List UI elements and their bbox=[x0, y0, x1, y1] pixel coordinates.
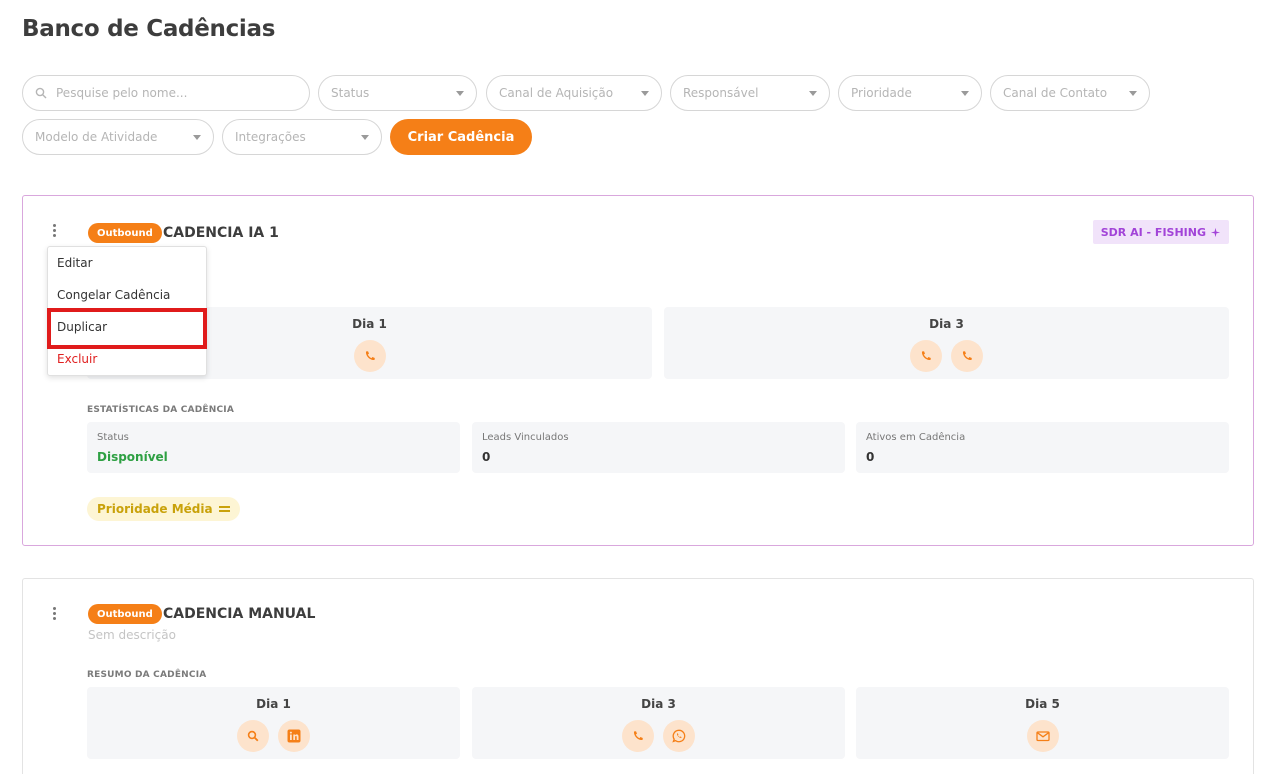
chevron-down-icon bbox=[361, 135, 369, 140]
outbound-tag: Outbound bbox=[88, 223, 162, 243]
canal-aquisicao-filter[interactable]: Canal de Aquisição bbox=[486, 75, 662, 111]
stat-box: Status Disponível bbox=[87, 422, 460, 473]
kebab-menu-icon[interactable] bbox=[52, 607, 58, 621]
search-icon[interactable] bbox=[237, 720, 269, 752]
page-title: Banco de Cadências bbox=[22, 16, 276, 42]
kebab-menu-icon[interactable] bbox=[52, 224, 58, 238]
canal-contato-filter[interactable]: Canal de Contato bbox=[990, 75, 1150, 111]
responsavel-label: Responsável bbox=[683, 86, 759, 100]
search-input[interactable]: Pesquise pelo nome... bbox=[22, 75, 310, 111]
stat-box: Ativos em Cadência 0 bbox=[856, 422, 1229, 473]
modelo-atividade-filter[interactable]: Modelo de Atividade bbox=[22, 119, 214, 155]
day-box: Dia 3 bbox=[664, 307, 1229, 379]
stat-box: Leads Vinculados 0 bbox=[472, 422, 845, 473]
chevron-down-icon bbox=[193, 135, 201, 140]
day-box: Dia 1 bbox=[87, 687, 460, 759]
cadence-description: Sem descrição bbox=[88, 628, 176, 642]
phone-icon[interactable] bbox=[951, 340, 983, 372]
day-label: Dia 3 bbox=[929, 317, 964, 331]
day-label: Dia 1 bbox=[256, 697, 291, 711]
prioridade-label: Prioridade bbox=[851, 86, 912, 100]
search-icon bbox=[35, 87, 47, 99]
search-placeholder: Pesquise pelo nome... bbox=[56, 86, 188, 100]
chevron-down-icon bbox=[641, 91, 649, 96]
stat-label: Status bbox=[97, 432, 129, 443]
canal-contato-label: Canal de Contato bbox=[1003, 86, 1108, 100]
priority-label: Prioridade Média bbox=[97, 502, 213, 516]
menu-item-excluir[interactable]: Excluir bbox=[57, 352, 97, 366]
chevron-down-icon bbox=[809, 91, 817, 96]
chevron-down-icon bbox=[456, 91, 464, 96]
whatsapp-icon[interactable] bbox=[663, 720, 695, 752]
day-box: Dia 5 bbox=[856, 687, 1229, 759]
menu-item-congelar[interactable]: Congelar Cadência bbox=[57, 288, 170, 302]
phone-icon[interactable] bbox=[353, 340, 386, 372]
create-cadence-button[interactable]: Criar Cadência bbox=[390, 119, 532, 155]
cadence-card: Outbound CADENCIA MANUAL Sem descrição R… bbox=[22, 578, 1254, 774]
summary-section-label: RESUMO DA CADÊNCIA bbox=[87, 670, 207, 680]
chevron-down-icon bbox=[1129, 91, 1137, 96]
cadence-title: CADENCIA IA 1 bbox=[163, 225, 279, 241]
responsavel-filter[interactable]: Responsável bbox=[670, 75, 830, 111]
highlight-box bbox=[47, 308, 207, 349]
stat-label: Leads Vinculados bbox=[482, 432, 569, 443]
menu-item-editar[interactable]: Editar bbox=[57, 256, 93, 270]
stat-value: 0 bbox=[866, 450, 875, 464]
modelo-atividade-label: Modelo de Atividade bbox=[35, 130, 158, 144]
integracoes-label: Integrações bbox=[235, 130, 306, 144]
chevron-down-icon bbox=[961, 91, 969, 96]
phone-icon[interactable] bbox=[622, 720, 654, 752]
cadence-title: CADENCIA MANUAL bbox=[163, 606, 316, 622]
priority-badge: Prioridade Média bbox=[87, 497, 240, 521]
linkedin-icon[interactable] bbox=[278, 720, 310, 752]
mail-icon[interactable] bbox=[1026, 720, 1059, 752]
status-filter-label: Status bbox=[331, 86, 370, 100]
status-filter[interactable]: Status bbox=[318, 75, 477, 111]
canal-aquisicao-label: Canal de Aquisição bbox=[499, 86, 614, 100]
stat-label: Ativos em Cadência bbox=[866, 432, 966, 443]
phone-icon[interactable] bbox=[910, 340, 942, 372]
ai-badge-label: SDR AI - FISHING bbox=[1100, 225, 1206, 239]
prioridade-filter[interactable]: Prioridade bbox=[838, 75, 982, 111]
equals-icon bbox=[218, 506, 230, 512]
ai-badge: SDR AI - FISHING bbox=[1092, 220, 1229, 244]
stat-value: 0 bbox=[482, 450, 491, 464]
outbound-tag: Outbound bbox=[88, 604, 162, 624]
stats-section-label: ESTATÍSTICAS DA CADÊNCIA bbox=[87, 405, 234, 415]
day-label: Dia 3 bbox=[641, 697, 676, 711]
integracoes-filter[interactable]: Integrações bbox=[222, 119, 382, 155]
sparkle-icon bbox=[1210, 227, 1221, 237]
day-label: Dia 5 bbox=[1025, 697, 1060, 711]
day-box: Dia 3 bbox=[472, 687, 845, 759]
stat-value: Disponível bbox=[97, 450, 168, 464]
